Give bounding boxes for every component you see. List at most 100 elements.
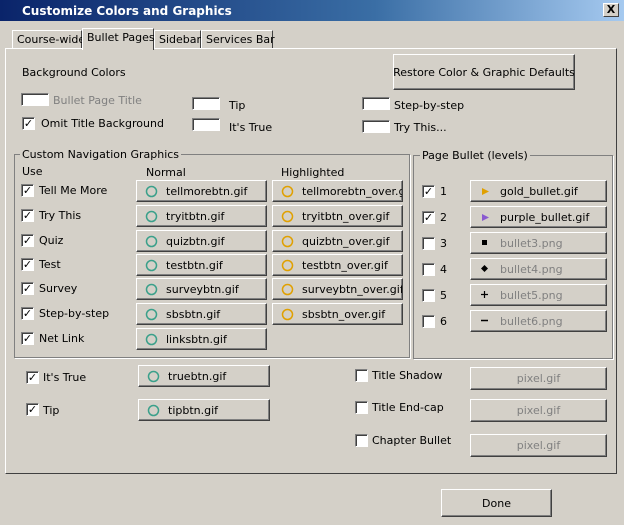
restore-defaults-button[interactable]: Restore Color & Graphic Defaults (393, 54, 575, 90)
step-by-step-color[interactable] (362, 97, 390, 110)
nav-highlighted-graphic-button[interactable]: testbtn_over.gif (272, 254, 403, 276)
highlighted-graphic-icon (281, 210, 294, 222)
nav-highlighted-graphic-button[interactable]: tellmorebtn_over.gif (272, 180, 403, 202)
highlighted-graphic-icon (281, 235, 294, 247)
nav-highlighted-graphic-button[interactable]: surveybtn_over.gif (272, 278, 403, 300)
title-shadow-label: Title Shadow (372, 369, 443, 382)
nav-use-checkbox[interactable]: ✓ (21, 307, 34, 320)
nav-highlighted-graphic-button[interactable]: tryitbtn_over.gif (272, 205, 403, 227)
nav-normal-graphic-button[interactable]: testbtn.gif (136, 254, 267, 276)
bullet-level-graphic-button[interactable]: bullet5.png (470, 284, 607, 306)
nav-use-label: Try This (39, 209, 82, 222)
normal-graphic-icon (145, 308, 158, 320)
its-true-color[interactable] (192, 118, 220, 131)
title-end-cap-graphic-button[interactable]: pixel.gif (470, 399, 607, 422)
normal-graphic-icon (145, 283, 158, 295)
nav-use-label: Survey (39, 282, 78, 295)
tab-course-wide[interactable]: Course-wide (12, 30, 85, 49)
bullet-level-graphic-label: bullet4.png (500, 262, 563, 276)
nav-use-checkbox[interactable]: ✓ (21, 209, 34, 222)
its-true-color-label: It's True (229, 121, 273, 134)
bullet-level-checkbox[interactable] (422, 315, 435, 328)
title-end-cap-checkbox[interactable] (355, 401, 368, 414)
normal-graphic-icon (145, 259, 158, 271)
bullet-level-checkbox[interactable] (422, 237, 435, 250)
tip-graphic-button[interactable]: tipbtn.gif (138, 399, 270, 421)
nav-highlighted-graphic-button[interactable]: sbsbtn_over.gif (272, 303, 403, 325)
window-title: Customize Colors and Graphics (22, 4, 232, 18)
bullet-level-checkbox[interactable]: ✓ (422, 211, 435, 224)
tip-color-label: Tip (229, 99, 246, 112)
highlighted-graphic-icon (281, 259, 294, 271)
col-highlighted-header: Highlighted (281, 166, 345, 179)
nav-normal-graphic-button[interactable]: quizbtn.gif (136, 230, 267, 252)
nav-normal-graphic-label: tryitbtn.gif (166, 209, 225, 223)
try-this-color[interactable] (362, 120, 390, 133)
bullet-sq-icon (482, 239, 487, 245)
bullet-level-number: 4 (440, 263, 447, 276)
nav-highlighted-graphic-label: tryitbtn_over.gif (302, 209, 390, 223)
nav-use-label: Quiz (39, 234, 64, 247)
tip-label: Tip (43, 404, 60, 417)
bullet-level-checkbox[interactable] (422, 289, 435, 302)
nav-normal-graphic-label: sbsbtn.gif (166, 307, 221, 321)
highlighted-graphic-icon (281, 283, 294, 295)
nav-highlighted-graphic-label: quizbtn_over.gif (302, 234, 390, 248)
its-true-graphic-button[interactable]: truebtn.gif (138, 365, 270, 387)
nav-normal-graphic-button[interactable]: sbsbtn.gif (136, 303, 267, 325)
chapter-bullet-label: Chapter Bullet (372, 434, 452, 447)
bullet-level-graphic-label: bullet3.png (500, 236, 563, 250)
tab-services-bar[interactable]: Services Bar (201, 30, 275, 49)
bullet-level-number: 3 (440, 237, 447, 250)
bullet-level-graphic-button[interactable]: bullet3.png (470, 232, 607, 254)
bullet-level-number: 2 (440, 211, 447, 224)
chapter-bullet-graphic-label: pixel.gif (516, 439, 561, 452)
bullet-level-graphic-button[interactable]: gold_bullet.gif (470, 180, 607, 202)
bullet-level-number: 1 (440, 185, 447, 198)
tip-color[interactable] (192, 97, 220, 110)
nav-use-label: Step-by-step (39, 307, 110, 320)
bullet-diam-icon (481, 264, 488, 272)
title-shadow-checkbox[interactable] (355, 369, 368, 382)
bullet-level-checkbox[interactable] (422, 263, 435, 276)
bullet-level-graphic-button[interactable]: purple_bullet.gif (470, 206, 607, 228)
nav-normal-graphic-button[interactable]: surveybtn.gif (136, 278, 267, 300)
nav-normal-graphic-button[interactable]: tryitbtn.gif (136, 205, 267, 227)
bullet-level-graphic-label: bullet6.png (500, 314, 563, 328)
tip-checkbox[interactable]: ✓ (26, 403, 39, 416)
nav-normal-graphic-label: tellmorebtn.gif (166, 184, 248, 198)
nav-highlighted-graphic-label: testbtn_over.gif (302, 258, 388, 272)
highlighted-graphic-icon (281, 308, 294, 320)
nav-normal-graphic-label: testbtn.gif (166, 258, 223, 272)
highlighted-graphic-icon (281, 185, 294, 197)
omit-title-background-checkbox[interactable]: ✓ (22, 117, 35, 130)
tipbtn-icon (147, 404, 160, 416)
tab-sidebar[interactable]: Sidebar (154, 30, 201, 49)
done-button[interactable]: Done (441, 489, 552, 517)
title-shadow-graphic-button[interactable]: pixel.gif (470, 367, 607, 390)
nav-use-checkbox[interactable]: ✓ (21, 258, 34, 271)
nav-use-checkbox[interactable]: ✓ (21, 332, 34, 345)
col-normal-header: Normal (146, 166, 186, 179)
truebtn-icon (147, 370, 160, 382)
try-this-color-label: Try This... (394, 121, 447, 134)
chapter-bullet-checkbox[interactable] (355, 434, 368, 447)
bullet-level-graphic-button[interactable]: bullet6.png (470, 310, 607, 332)
nav-normal-graphic-button[interactable]: linksbtn.gif (136, 328, 267, 350)
bullet-gold-icon (482, 187, 489, 195)
bullet-page-title-color[interactable] (21, 93, 49, 106)
bullet-page-title-label: Bullet Page Title (53, 94, 142, 107)
close-button[interactable]: X (603, 3, 619, 17)
nav-normal-graphic-button[interactable]: tellmorebtn.gif (136, 180, 267, 202)
nav-use-checkbox[interactable]: ✓ (21, 184, 34, 197)
tip-graphic-label: tipbtn.gif (168, 403, 219, 417)
nav-use-checkbox[interactable]: ✓ (21, 282, 34, 295)
chapter-bullet-graphic-button[interactable]: pixel.gif (470, 434, 607, 457)
nav-highlighted-graphic-button[interactable]: quizbtn_over.gif (272, 230, 403, 252)
nav-use-checkbox[interactable]: ✓ (21, 234, 34, 247)
bullet-level-graphic-button[interactable]: bullet4.png (470, 258, 607, 280)
tab-bullet-pages[interactable]: Bullet Pages (82, 28, 155, 50)
step-by-step-color-label: Step-by-step (394, 99, 465, 112)
bullet-level-checkbox[interactable]: ✓ (422, 185, 435, 198)
its-true-checkbox[interactable]: ✓ (26, 371, 39, 384)
